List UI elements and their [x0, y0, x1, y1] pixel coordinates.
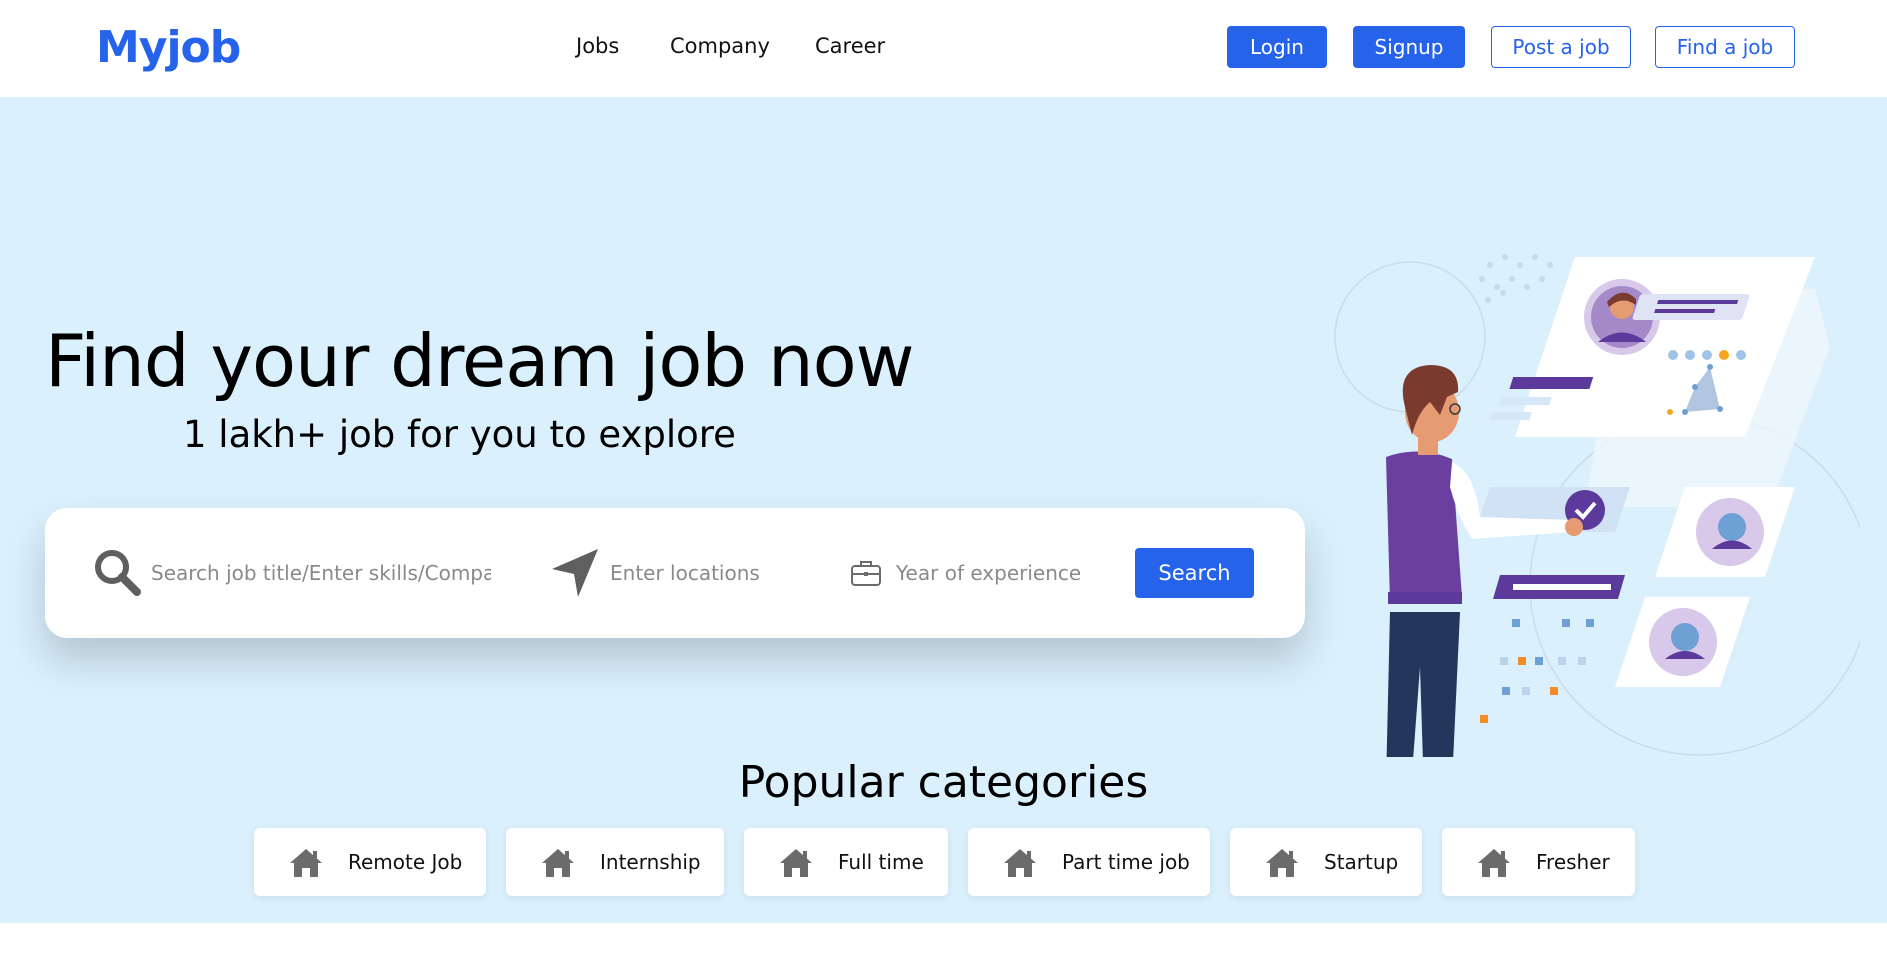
home-icon	[780, 849, 812, 877]
category-full-time[interactable]: Full time	[744, 828, 948, 896]
home-icon	[1004, 849, 1036, 877]
location-input[interactable]	[610, 561, 810, 585]
signup-button[interactable]: Signup	[1353, 26, 1465, 68]
categories-title: Popular categories	[738, 757, 1149, 808]
nav-career-link[interactable]: Career	[815, 34, 885, 58]
hero-illustration	[1334, 254, 1860, 757]
category-label: Remote Job	[348, 850, 463, 874]
category-label: Part time job	[1062, 850, 1190, 874]
category-startup[interactable]: Startup	[1230, 828, 1422, 896]
hero-title: Find your dream job now	[45, 319, 915, 403]
category-label: Full time	[838, 850, 924, 874]
home-icon	[1266, 849, 1298, 877]
category-part-time-job[interactable]: Part time job	[968, 828, 1210, 896]
keyword-field	[93, 546, 493, 600]
nav-company-link[interactable]: Company	[670, 34, 770, 58]
experience-field	[850, 546, 1120, 600]
top-navbar: Myjob Jobs Company Career Login Signup P…	[0, 0, 1887, 97]
login-button[interactable]: Login	[1227, 26, 1327, 68]
category-fresher[interactable]: Fresher	[1442, 828, 1635, 896]
hero-subtitle: 1 lakh+ job for you to explore	[183, 413, 736, 456]
find-job-button[interactable]: Find a job	[1655, 26, 1795, 68]
location-arrow-icon	[552, 549, 598, 597]
category-remote-job[interactable]: Remote Job	[254, 828, 486, 896]
briefcase-icon	[851, 561, 881, 586]
hero-section: Find your dream job now 1 lakh+ job for …	[0, 97, 1887, 923]
search-icon	[95, 550, 141, 596]
post-job-button[interactable]: Post a job	[1491, 26, 1631, 68]
keyword-input[interactable]	[151, 561, 491, 585]
home-icon	[1478, 849, 1510, 877]
job-search-bar: Search	[45, 508, 1305, 638]
home-icon	[542, 849, 574, 877]
category-label: Internship	[600, 850, 701, 874]
category-label: Startup	[1324, 850, 1399, 874]
home-icon	[290, 849, 322, 877]
nav-jobs-link[interactable]: Jobs	[576, 34, 619, 58]
site-logo[interactable]: Myjob	[96, 22, 241, 73]
search-button[interactable]: Search	[1135, 548, 1254, 598]
location-field	[550, 546, 810, 600]
experience-input[interactable]	[896, 561, 1106, 585]
category-label: Fresher	[1536, 850, 1610, 874]
category-internship[interactable]: Internship	[506, 828, 724, 896]
